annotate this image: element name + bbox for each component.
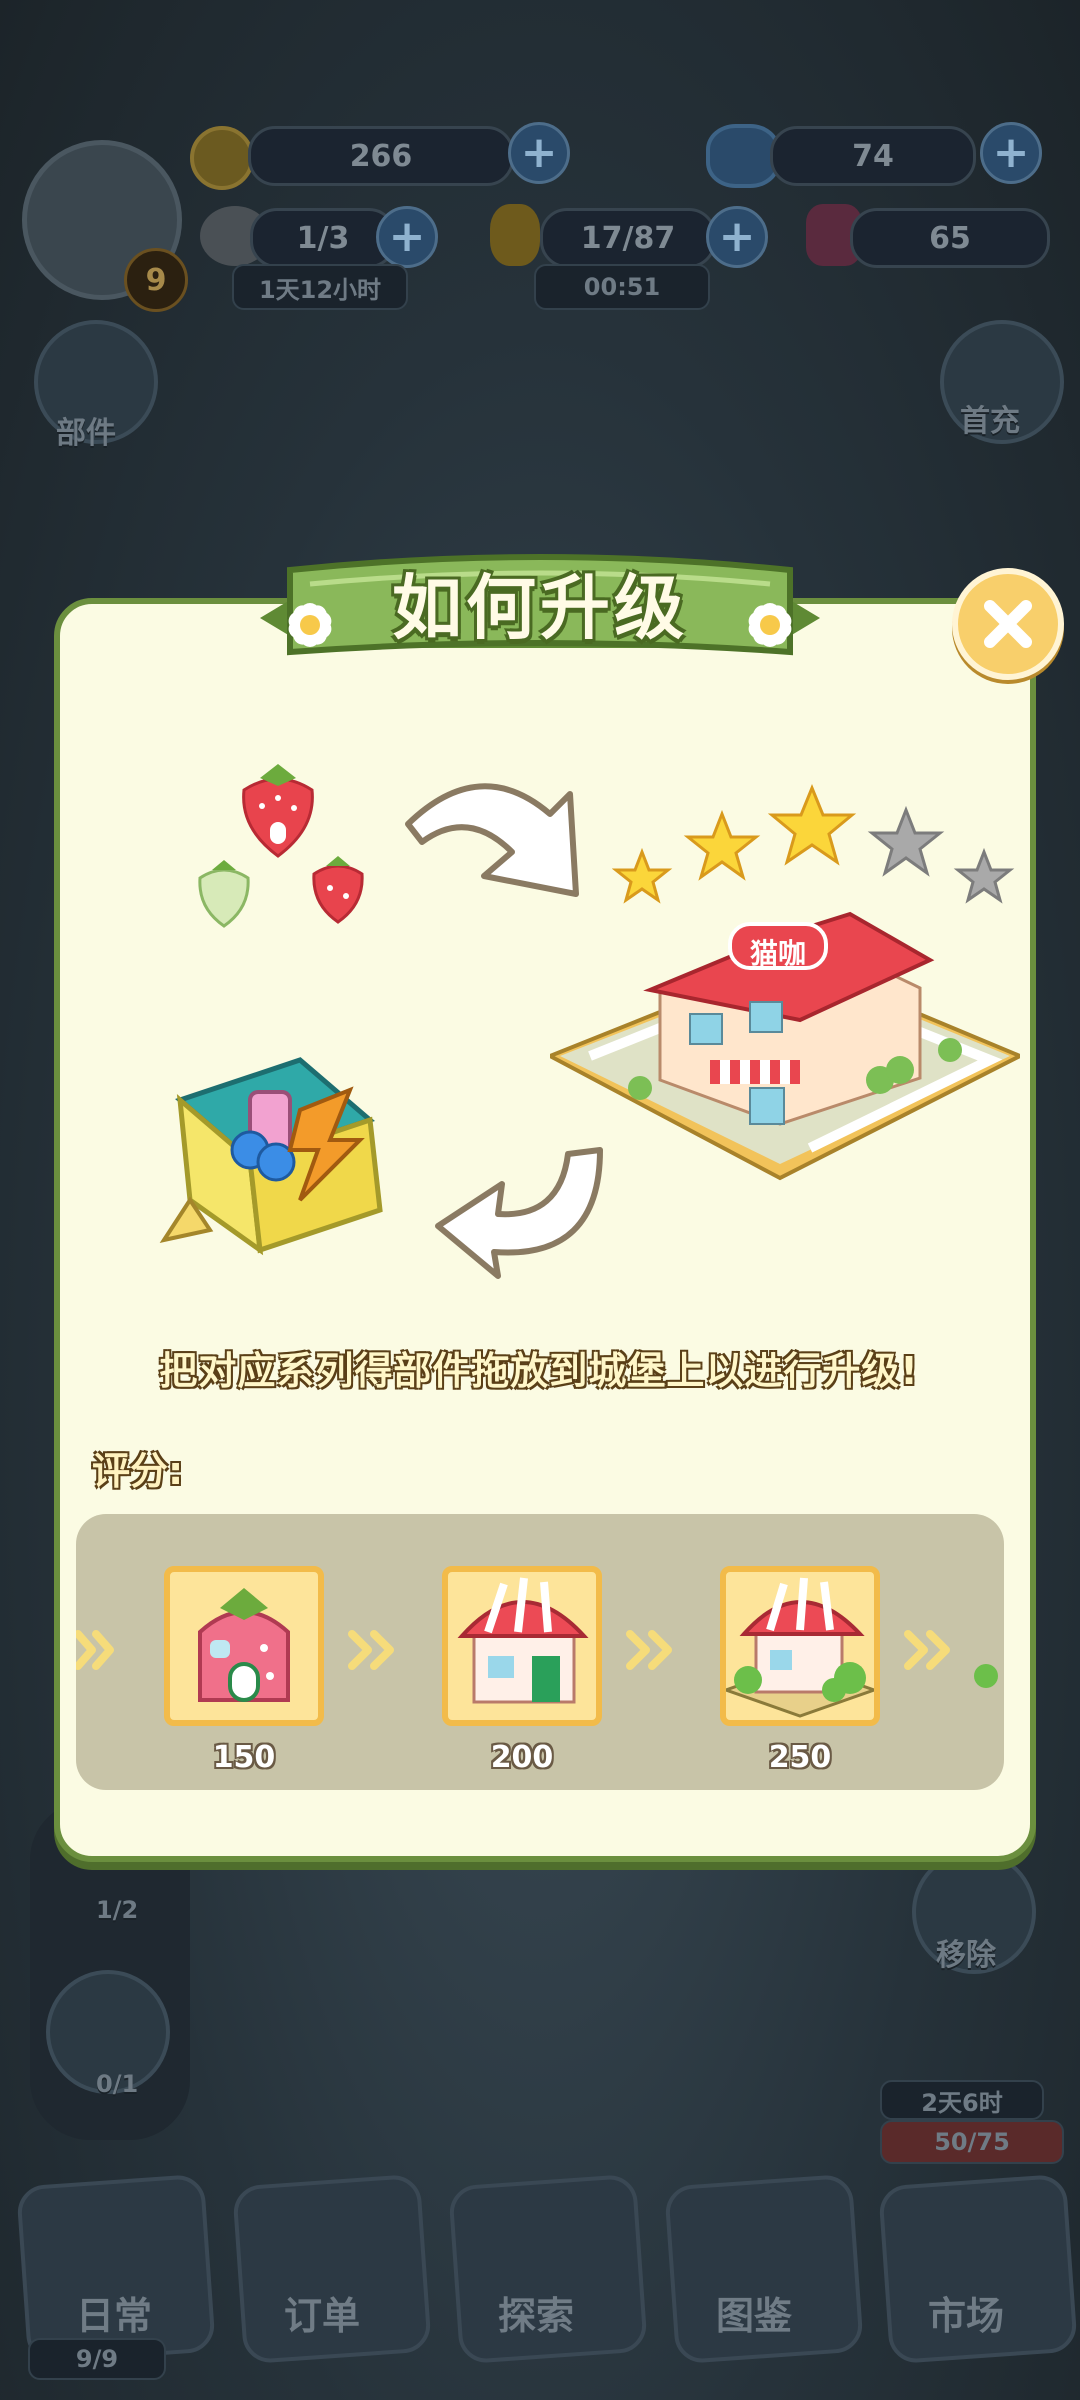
title-banner: 如何升级 xyxy=(250,548,830,676)
add-coins-button[interactable]: + xyxy=(508,122,570,184)
energy-timer: 00:51 xyxy=(534,264,710,310)
cat-counter: 1/3 xyxy=(250,208,396,268)
close-button[interactable] xyxy=(952,568,1064,680)
cat-cafe-building: 猫咖 xyxy=(545,910,1025,1190)
nav-daily-label: 日常 xyxy=(75,2294,152,2338)
close-icon xyxy=(984,600,1032,648)
mail-label: 部件 xyxy=(56,416,116,451)
daisy-right-icon xyxy=(748,603,792,647)
nav-explore-label: 探索 xyxy=(497,2294,574,2338)
star-rating xyxy=(612,784,1015,904)
garden-shop-icon xyxy=(721,1577,879,1718)
chevron-right-icon xyxy=(626,1630,672,1670)
energy-counter: 17/87 xyxy=(540,208,716,268)
add-cats-button[interactable]: + xyxy=(376,206,438,268)
upgrade-instruction: 把对应系列得部件拖放到城堡上以进行升级! xyxy=(159,1349,919,1393)
parts-box-icon xyxy=(159,1057,383,1256)
level-badge: 9 xyxy=(124,248,188,312)
daisy-left-icon xyxy=(288,603,332,647)
first-recharge-label: 首充 xyxy=(960,404,1020,439)
strawberry-parts-icon xyxy=(198,764,364,928)
stage-tile-next-partial[interactable] xyxy=(966,1566,1004,1726)
add-energy-button[interactable]: + xyxy=(706,206,768,268)
nav-market-label: 市场 xyxy=(927,2294,1004,2338)
chevron-right-icon xyxy=(348,1630,394,1670)
nav-daily-badge: 9/9 xyxy=(28,2338,166,2380)
gem-icon xyxy=(706,124,780,188)
left-counter-1: 1/2 xyxy=(96,1896,139,1924)
gem-counter: 74 xyxy=(770,126,976,186)
building-sign-text: 猫咖 xyxy=(749,937,806,970)
add-gems-button[interactable]: + xyxy=(980,122,1042,184)
next-stage-icon xyxy=(974,1664,998,1688)
left-counter-2: 0/1 xyxy=(96,2070,139,2098)
event-progress: 50/75 xyxy=(880,2120,1064,2164)
stage-tile-garden-shop[interactable] xyxy=(720,1566,880,1726)
nav-orders-label: 订单 xyxy=(283,2294,360,2338)
nav-collection-label: 图鉴 xyxy=(715,2294,792,2338)
coin-icon xyxy=(190,126,254,190)
stage-score: 250 xyxy=(768,1740,832,1775)
upgrade-stage-track: 150 200 250 xyxy=(76,1514,1004,1790)
chevron-right-icon xyxy=(904,1630,950,1670)
stage-score: 200 xyxy=(490,1740,554,1775)
event-timer: 2天6时 xyxy=(880,2080,1044,2120)
chevron-right-icon xyxy=(76,1630,114,1670)
stage-tile-strawberry-house[interactable] xyxy=(164,1566,324,1726)
curved-arrow-right-icon xyxy=(405,783,579,897)
stage-score: 150 xyxy=(212,1740,276,1775)
rating-label: 评分: xyxy=(92,1449,184,1493)
stage-tile-striped-awning-shop[interactable] xyxy=(442,1566,602,1726)
energy-icon xyxy=(490,204,540,266)
cat-timer: 1天12小时 xyxy=(232,264,408,310)
star-counter: 65 xyxy=(850,208,1050,268)
strawberry-house-icon xyxy=(198,1588,290,1702)
striped-shop-icon xyxy=(457,1577,589,1704)
remove-label: 移除 xyxy=(936,1938,996,1973)
coin-counter: 266 xyxy=(248,126,514,186)
curved-arrow-left-icon xyxy=(435,1147,603,1279)
